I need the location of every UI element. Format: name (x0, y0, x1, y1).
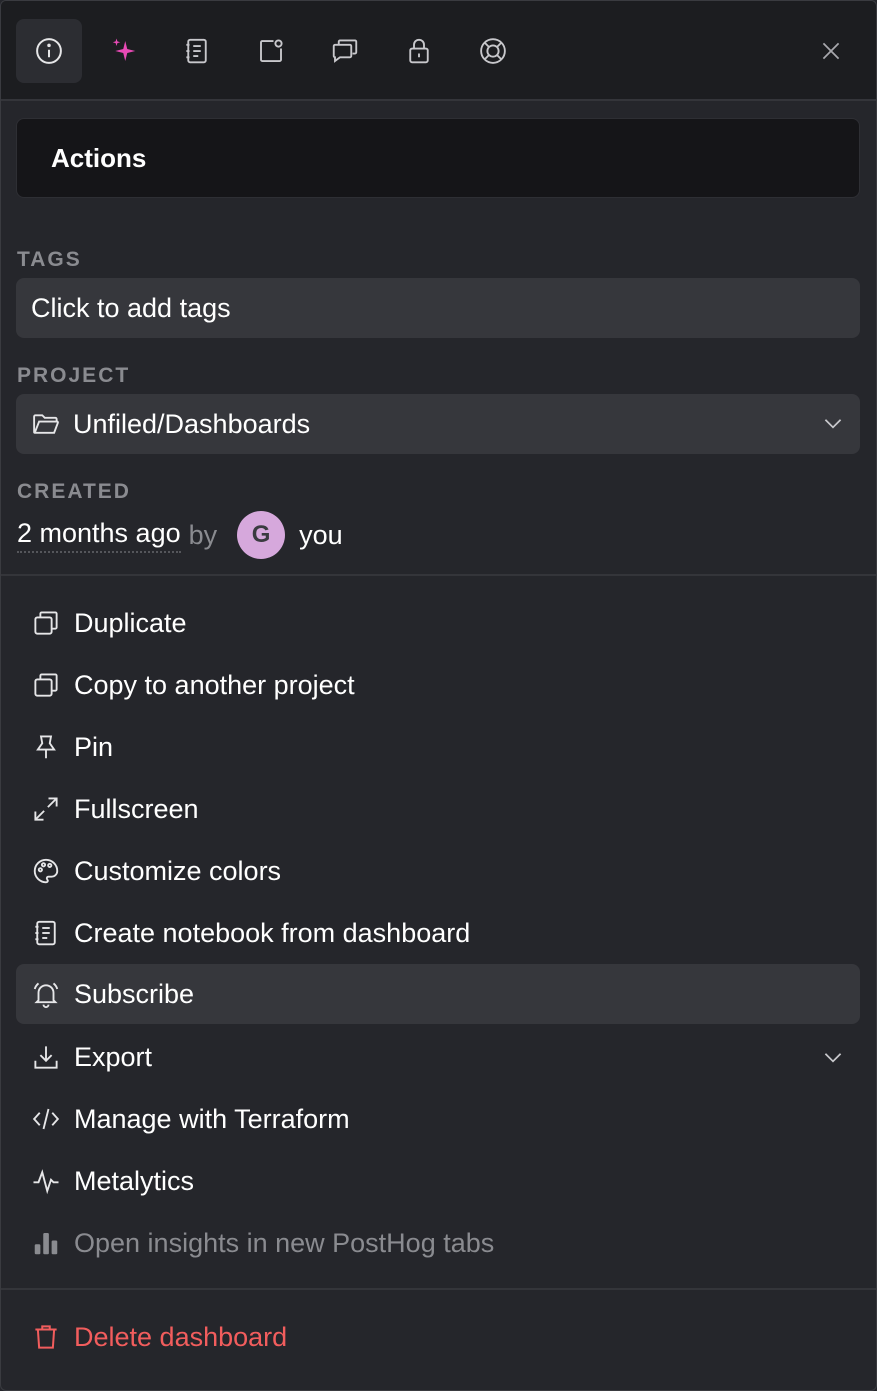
divider (1, 1288, 876, 1290)
notebook-icon (35, 920, 56, 946)
fullscreen-icon (34, 797, 58, 821)
menu-item-label: Customize colors (74, 855, 282, 886)
menu-item-label: Duplicate (74, 607, 187, 638)
subscribe-button[interactable]: Subscribe (16, 964, 860, 1024)
avatar: G (237, 511, 286, 559)
divider (1, 574, 876, 576)
trash-icon (35, 1325, 57, 1349)
panel-title: Actions (16, 118, 860, 198)
delete-label: Delete dashboard (74, 1321, 288, 1352)
menu-item-label: Export (74, 1041, 153, 1072)
created-by-text: by (188, 519, 218, 550)
palette-icon (33, 858, 59, 884)
pin-button[interactable]: Pin (16, 717, 860, 777)
duplicate-icon (34, 611, 58, 635)
info-tab-button[interactable] (16, 19, 82, 83)
open-insights-button[interactable]: Open insights in new PostHog tabs (16, 1213, 860, 1273)
close-panel-button[interactable] (813, 31, 849, 71)
panel-toolbar (1, 1, 876, 101)
notifications-tab-button[interactable] (238, 19, 304, 83)
chevron-down-icon (824, 1053, 842, 1063)
created-label: CREATED (17, 480, 131, 503)
notebook-icon (186, 38, 207, 64)
lock-icon (409, 38, 429, 64)
pulse-icon (33, 1169, 59, 1195)
bar-chart-icon (34, 1233, 58, 1255)
support-tab-button[interactable] (460, 19, 526, 83)
info-icon (36, 38, 62, 64)
created-user: you (299, 519, 343, 550)
menu-item-label: Pin (74, 731, 114, 762)
menu-item-label: Open insights in new PostHog tabs (74, 1227, 495, 1258)
notebook-tab-button[interactable] (164, 19, 230, 83)
project-select[interactable]: Unfiled/Dashboards (16, 394, 860, 454)
bell-icon (33, 982, 59, 1009)
pin-icon (36, 735, 56, 759)
ai-tab-button[interactable] (91, 19, 157, 83)
tags-label: TAGS (17, 248, 82, 271)
terraform-button[interactable]: Manage with Terraform (16, 1089, 860, 1149)
metalytics-button[interactable]: Metalytics (16, 1151, 860, 1211)
created-info: 2 months ago by G you (17, 507, 343, 563)
menu-item-label: Manage with Terraform (74, 1103, 350, 1134)
copy-to-project-button[interactable]: Copy to another project (16, 655, 860, 715)
code-icon (32, 1108, 60, 1130)
notification-icon (260, 39, 283, 62)
discussion-icon (332, 39, 358, 63)
discussions-tab-button[interactable] (312, 19, 378, 83)
folder-icon (33, 414, 59, 434)
menu-item-label: Copy to another project (74, 669, 355, 700)
tags-field[interactable]: Click to add tags (16, 278, 860, 338)
copy-icon (34, 673, 58, 697)
access-control-tab-button[interactable] (386, 19, 452, 83)
duplicate-button[interactable]: Duplicate (16, 593, 860, 653)
create-notebook-button[interactable]: Create notebook from dashboard (16, 903, 860, 963)
created-time: 2 months ago (17, 518, 181, 553)
delete-dashboard-button[interactable]: Delete dashboard (16, 1307, 860, 1367)
menu-item-label: Metalytics (74, 1165, 195, 1196)
close-icon (822, 42, 840, 60)
download-icon (34, 1046, 58, 1069)
tags-placeholder: Click to add tags (31, 292, 231, 323)
menu-item-label: Subscribe (74, 978, 195, 1009)
support-icon (480, 38, 506, 64)
menu-item-label: Create notebook from dashboard (74, 917, 471, 948)
side-panel: Actions TAGS Click to add tags PROJECT U… (0, 0, 877, 1391)
project-label: PROJECT (17, 364, 131, 387)
customize-colors-button[interactable]: Customize colors (16, 841, 860, 901)
project-value: Unfiled/Dashboards (73, 408, 311, 439)
menu-item-label: Fullscreen (74, 793, 199, 824)
export-button[interactable]: Export (16, 1027, 860, 1087)
fullscreen-button[interactable]: Fullscreen (16, 779, 860, 839)
sparkles-icon (112, 38, 136, 61)
chevron-down-icon (824, 419, 842, 429)
